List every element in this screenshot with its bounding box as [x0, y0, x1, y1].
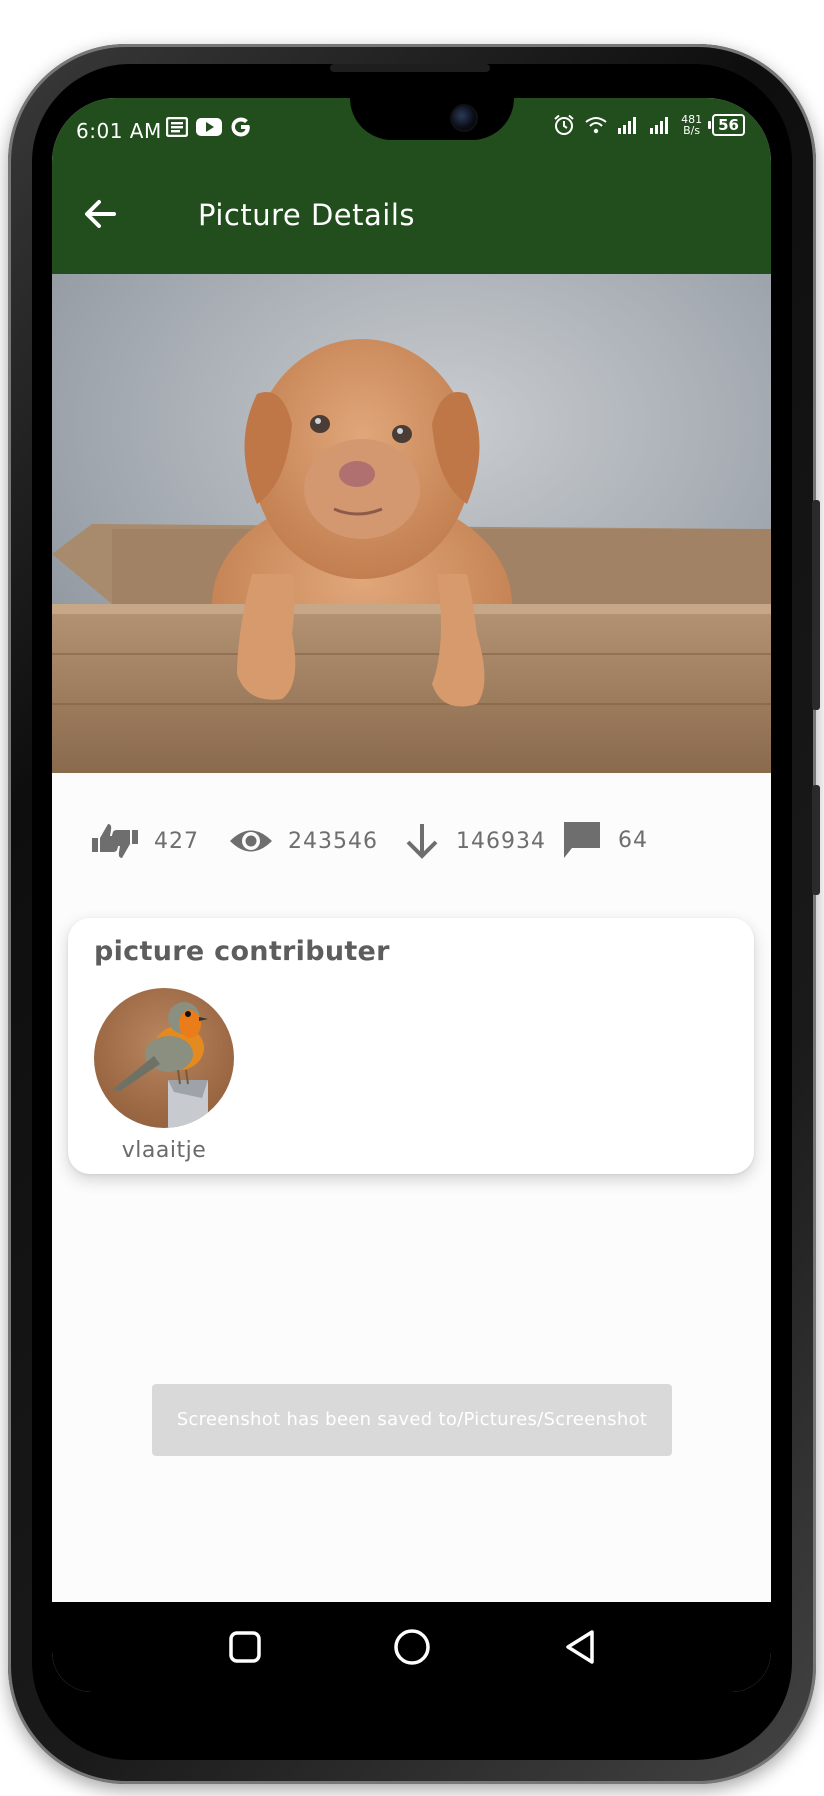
network-speed-unit: B/s — [683, 124, 701, 137]
youtube-icon — [196, 118, 222, 136]
likes-count: 427 — [154, 828, 199, 854]
downloads-stat: 146934 — [402, 818, 546, 864]
arrow-left-icon — [85, 200, 116, 228]
eye-icon — [230, 830, 272, 852]
alarm-icon — [554, 114, 574, 135]
wifi-icon — [585, 117, 607, 134]
recent-apps-button[interactable] — [222, 1624, 268, 1670]
status-time: 6:01 AM — [76, 119, 162, 143]
thumbs-up-down-icon — [92, 824, 138, 858]
screen: 6:01 AM 481 B/s 56 Picture Details 427 2… — [52, 98, 771, 1692]
status-notification-icons — [166, 116, 252, 138]
picture-stats: 427 243546 146934 64 — [52, 818, 771, 864]
downloads-count: 146934 — [456, 828, 546, 854]
google-icon — [231, 117, 250, 137]
home-button[interactable] — [389, 1624, 435, 1670]
likes-stat: 427 — [90, 818, 199, 864]
status-system-icons: 481 B/s 56 — [553, 114, 745, 136]
comment-icon — [564, 822, 600, 858]
puppy-photo — [52, 274, 771, 773]
signal-icon-1 — [618, 117, 637, 134]
earpiece-speaker — [330, 64, 490, 72]
news-icon — [166, 117, 188, 137]
front-camera — [450, 104, 478, 132]
system-nav-bar — [52, 1602, 771, 1692]
contributor-avatar[interactable] — [94, 988, 234, 1128]
views-count: 243546 — [288, 828, 378, 854]
network-speed: 481 B/s — [681, 114, 702, 136]
power-button — [812, 785, 820, 895]
views-stat: 243546 — [228, 818, 378, 864]
display-notch — [350, 98, 514, 140]
page-title: Picture Details — [198, 198, 415, 232]
circle-icon — [394, 1629, 430, 1665]
battery-indicator: 56 — [708, 114, 745, 136]
picture-preview[interactable] — [52, 274, 771, 773]
square-icon — [229, 1631, 261, 1663]
back-button[interactable] — [80, 194, 120, 234]
contributor-username[interactable]: vlaaitje — [94, 1138, 234, 1163]
signal-icon-2 — [650, 117, 669, 134]
contributor-section-title: picture contributer — [94, 936, 390, 967]
volume-button — [812, 500, 820, 710]
comments-stat: 64 — [560, 818, 648, 862]
screenshot-toast: Screenshot has been saved to/Pictures/Sc… — [152, 1384, 672, 1456]
comments-count: 64 — [618, 827, 648, 853]
triangle-back-icon — [566, 1630, 594, 1664]
nav-back-button[interactable] — [558, 1624, 604, 1670]
contributor-card: picture contributer vlaaitje — [68, 918, 754, 1174]
arrow-down-icon — [406, 824, 438, 859]
robin-bird-image — [112, 1002, 208, 1128]
